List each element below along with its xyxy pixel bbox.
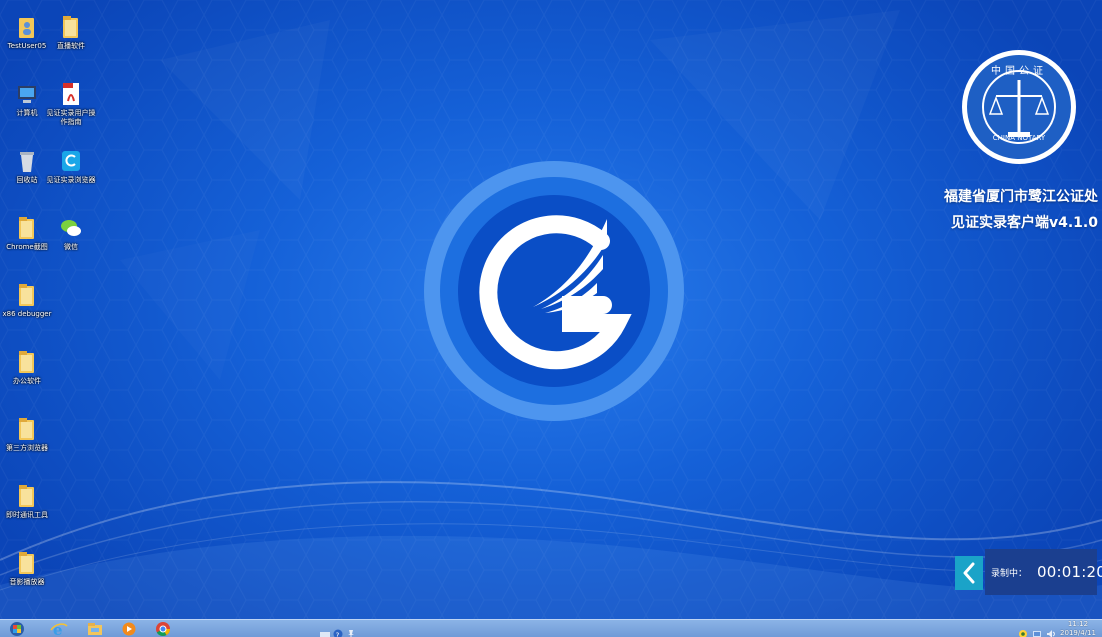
recording-label: 录制中：: [991, 568, 1028, 579]
desktop-icon-label: 回收站: [16, 176, 38, 184]
chevron-left-icon: [963, 562, 975, 584]
start-orb-icon[interactable]: [8, 621, 26, 637]
computer-icon: [15, 81, 39, 107]
taskbar: e ? 11:12 2019/4/11: [0, 619, 1102, 637]
app-version-title: 见证实录客户端v4.1.0: [951, 215, 1098, 231]
china-notary-seal: CHINA NOTARY 中国公证: [960, 48, 1078, 166]
folder-icon: [15, 483, 39, 509]
ie-icon[interactable]: e: [50, 621, 68, 637]
desktop-icon-label: TestUser05: [7, 42, 47, 50]
user-folder-icon: [15, 14, 39, 40]
keyboard-icon[interactable]: [320, 624, 330, 637]
notary-office-name: 福建省厦门市鹭江公证处: [944, 189, 1098, 205]
chrome-icon[interactable]: [154, 621, 172, 637]
desktop: TestUser05 直播软件计算机 见证实录用户操作指南回收站 见证实录浏览器 Chr…: [0, 0, 1102, 637]
desktop-icon[interactable]: 办公软件: [2, 349, 52, 386]
desktop-icon-label: 第三方浏览器: [6, 444, 48, 452]
desktop-icon-label: 音影播放器: [9, 578, 45, 586]
desktop-icon[interactable]: TestUser05: [2, 14, 52, 51]
desktop-icon-label: Chrome截图: [6, 243, 48, 251]
desktop-icon[interactable]: 见证实录用户操作指南: [46, 81, 96, 127]
clock-date: 2019/4/11: [1060, 629, 1096, 637]
folder-icon: [15, 550, 39, 576]
explorer-icon[interactable]: [86, 621, 104, 637]
folder-icon: [59, 14, 83, 40]
desktop-icon-label: 计算机: [16, 109, 38, 117]
seal-text: CHINA NOTARY: [992, 134, 1046, 142]
folder-icon: [15, 215, 39, 241]
recycle-bin-icon: [15, 148, 39, 174]
pin-icon[interactable]: [346, 624, 356, 637]
help-icon[interactable]: ?: [333, 624, 343, 637]
browser-app-icon: [59, 148, 83, 174]
desktop-icon[interactable]: 音影播放器: [2, 550, 52, 587]
desktop-icon[interactable]: x86 debugger: [2, 282, 52, 319]
recording-status-panel: 录制中： 00:01:20: [985, 549, 1102, 595]
network-icon[interactable]: [1032, 624, 1042, 637]
notification-icon[interactable]: [1018, 624, 1028, 637]
desktop-icon-label: 微信: [64, 243, 78, 251]
desktop-icon[interactable]: 见证实录浏览器: [46, 148, 96, 185]
desktop-icon[interactable]: 即时通讯工具: [2, 483, 52, 520]
desktop-icon-label: 见证实录浏览器: [46, 176, 96, 184]
desktop-icon[interactable]: 直播软件: [46, 14, 96, 51]
folder-icon: [15, 416, 39, 442]
desktop-icon-label: 见证实录用户操作指南: [46, 109, 96, 126]
recording-panel-toggle[interactable]: [955, 556, 983, 590]
desktop-icon-label: 办公软件: [13, 377, 41, 385]
volume-icon[interactable]: [1046, 624, 1056, 637]
desktop-icon[interactable]: 回收站: [2, 148, 52, 185]
desktop-icon[interactable]: 计算机: [2, 81, 52, 118]
app-logo: [421, 145, 687, 437]
desktop-icon-label: x86 debugger: [2, 310, 52, 318]
desktop-icon[interactable]: Chrome截图: [2, 215, 52, 252]
media-player-icon[interactable]: [120, 621, 138, 637]
clock-time: 11:12: [1067, 620, 1089, 628]
folder-icon: [15, 349, 39, 375]
wechat-icon: [59, 215, 83, 241]
desktop-icon[interactable]: 第三方浏览器: [2, 416, 52, 453]
folder-icon: [15, 282, 39, 308]
desktop-icon[interactable]: 微信: [46, 215, 96, 252]
svg-text:?: ?: [336, 631, 340, 637]
desktop-icon-label: 即时通讯工具: [6, 511, 48, 519]
recording-timer: 00:01:20: [1037, 563, 1102, 581]
seal-top-text: 中国公证: [991, 66, 1047, 77]
desktop-icon-label: 直播软件: [57, 42, 85, 50]
system-clock[interactable]: 11:12 2019/4/11: [1056, 620, 1100, 637]
pdf-icon: [59, 81, 83, 107]
